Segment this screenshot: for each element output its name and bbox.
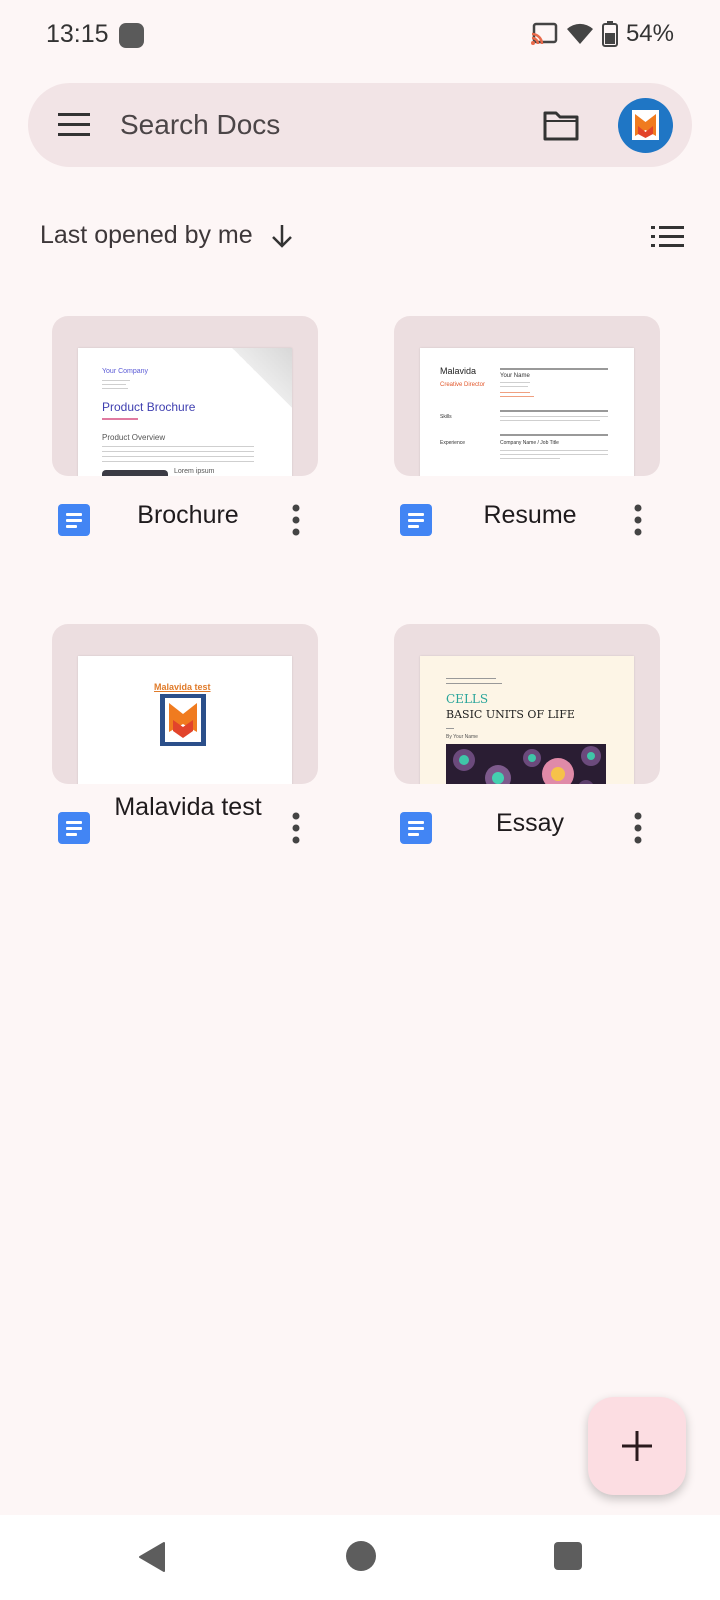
thumb-experience: Experience <box>440 440 466 446</box>
docs-home-screen: 13:15 54% Search Docs Last opened by me … <box>0 0 720 1600</box>
document-card-resume[interactable]: Malavida Creative Director Your Name Ski… <box>394 316 660 536</box>
sort-label[interactable]: Last opened by me <box>40 221 253 250</box>
document-card-brochure[interactable]: Your Company Product Brochure Product Ov… <box>52 316 318 536</box>
search-input[interactable]: Search Docs <box>120 109 280 141</box>
status-bar: 13:15 54% <box>0 0 720 72</box>
battery-icon <box>601 21 618 47</box>
thumbnail-page: Malavida test <box>78 656 292 784</box>
system-navigation-bar <box>0 1515 720 1600</box>
thumb-company-line: Company Name / Job Title <box>500 440 559 446</box>
more-options-icon[interactable] <box>292 812 300 844</box>
document-thumbnail[interactable]: Malavida Creative Director Your Name Ski… <box>394 316 660 476</box>
document-title[interactable]: Essay <box>440 806 620 840</box>
document-thumbnail[interactable]: Malavida test <box>52 624 318 784</box>
more-options-icon[interactable] <box>292 504 300 536</box>
thumb-heading: Malavida test <box>154 682 211 692</box>
thumb-heading-1: CELLS <box>446 692 489 706</box>
thumb-section: Product Overview <box>102 433 166 442</box>
thumb-role: Creative Director <box>440 382 486 388</box>
thumbnail-page: Malavida Creative Director Your Name Ski… <box>420 348 634 476</box>
thumb-image <box>102 470 168 476</box>
malavida-logo-icon <box>160 694 206 746</box>
home-icon[interactable] <box>346 1541 376 1571</box>
google-docs-icon <box>58 812 90 844</box>
more-options-icon[interactable] <box>634 812 642 844</box>
thumb-skills: Skills <box>440 414 452 420</box>
google-docs-icon <box>58 504 90 536</box>
menu-icon[interactable] <box>58 112 90 138</box>
search-bar[interactable]: Search Docs <box>28 83 692 167</box>
thumbnail-page: CELLS BASIC UNITS OF LIFE By Your Name <box>420 656 634 784</box>
thumb-company: Your Company <box>102 368 149 375</box>
list-view-icon[interactable] <box>651 226 684 248</box>
notification-app-icon <box>119 23 144 48</box>
thumb-byline: By Your Name <box>446 734 478 740</box>
cells-illustration <box>446 744 606 784</box>
document-card-essay[interactable]: CELLS BASIC UNITS OF LIFE By Your Name E… <box>394 624 660 844</box>
document-thumbnail[interactable]: Your Company Product Brochure Product Ov… <box>52 316 318 476</box>
new-document-button[interactable] <box>588 1397 686 1495</box>
recents-icon[interactable] <box>554 1542 582 1570</box>
malavida-logo-icon <box>632 110 659 140</box>
folder-icon[interactable] <box>542 110 580 142</box>
status-time: 13:15 <box>46 20 109 48</box>
cast-icon <box>530 22 558 45</box>
thumb-your-name: Your Name <box>500 373 530 379</box>
thumb-name: Malavida <box>440 366 477 376</box>
more-options-icon[interactable] <box>634 504 642 536</box>
document-title[interactable]: Malavida test <box>98 790 278 824</box>
wifi-icon <box>566 23 593 44</box>
thumb-heading-2: BASIC UNITS OF LIFE <box>446 708 575 721</box>
plus-icon <box>622 1431 652 1461</box>
status-indicators: 54% <box>530 20 674 48</box>
account-avatar[interactable] <box>618 98 673 153</box>
document-thumbnail[interactable]: CELLS BASIC UNITS OF LIFE By Your Name <box>394 624 660 784</box>
battery-percentage: 54% <box>625 20 674 47</box>
thumbnail-page: Your Company Product Brochure Product Ov… <box>78 348 292 476</box>
google-docs-icon <box>400 812 432 844</box>
thumb-heading: Product Brochure <box>102 400 196 414</box>
google-docs-icon <box>400 504 432 536</box>
arrow-down-icon[interactable] <box>269 222 295 250</box>
back-icon[interactable] <box>138 1541 166 1573</box>
thumbnail-corner-decoration <box>232 348 292 408</box>
thumb-caption: Lorem ipsum <box>174 468 215 475</box>
document-title[interactable]: Resume <box>440 498 620 532</box>
document-title[interactable]: Brochure <box>98 498 278 532</box>
document-card-malavida-test[interactable]: Malavida test Malavida test <box>52 624 318 844</box>
